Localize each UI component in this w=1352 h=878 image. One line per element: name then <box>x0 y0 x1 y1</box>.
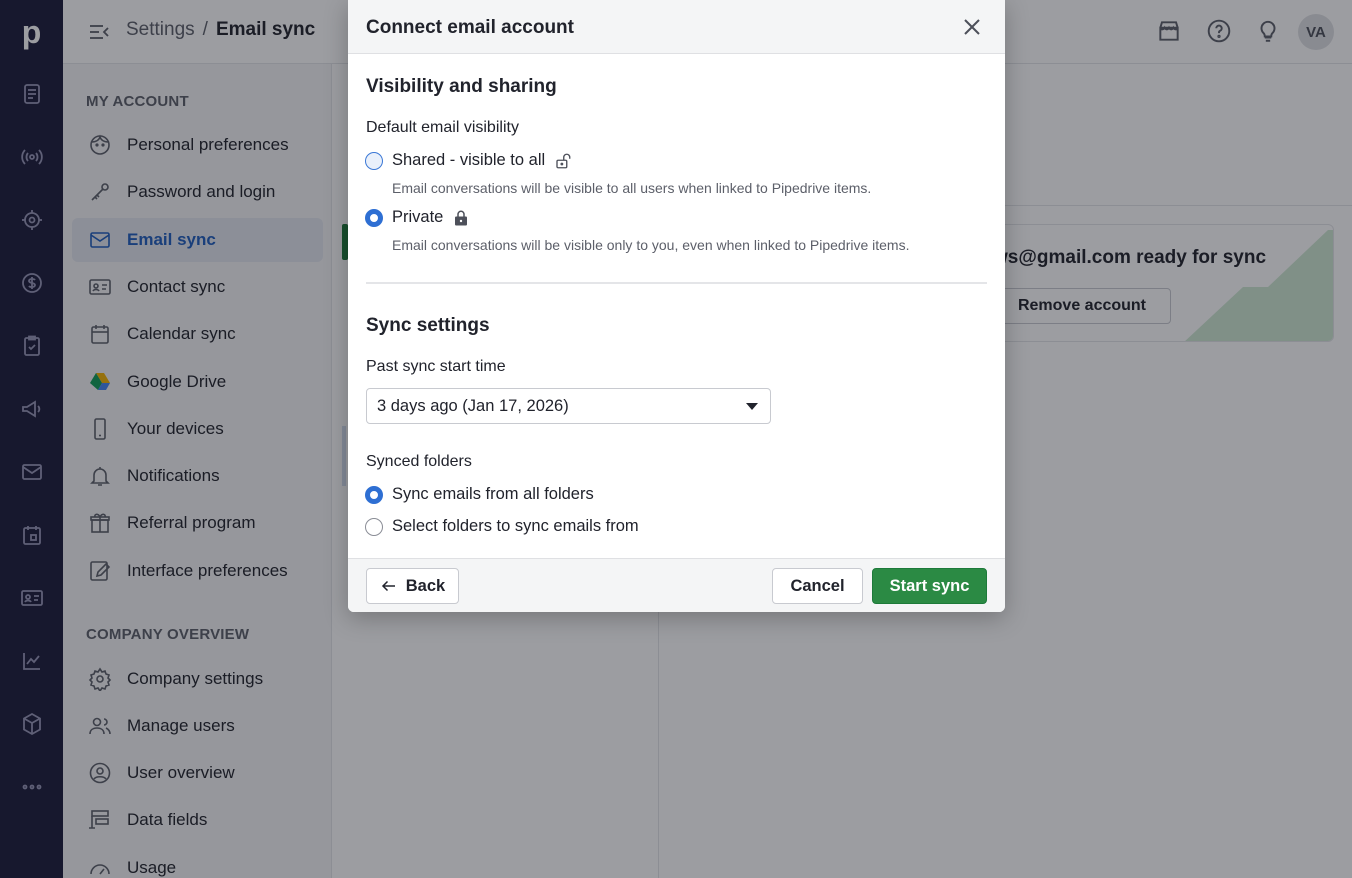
visibility-option-shared[interactable]: Shared - visible to all <box>365 151 572 170</box>
folders-option-all[interactable]: Sync emails from all folders <box>365 485 594 504</box>
private-label: Private <box>392 208 444 226</box>
shared-label: Shared - visible to all <box>392 151 546 169</box>
folders-all-label: Sync emails from all folders <box>392 485 594 503</box>
cancel-button[interactable]: Cancel <box>772 568 863 604</box>
default-visibility-label: Default email visibility <box>366 119 519 136</box>
past-sync-value: 3 days ago (Jan 17, 2026) <box>377 396 569 415</box>
sync-settings-heading: Sync settings <box>366 315 490 336</box>
folders-select-radio[interactable] <box>365 517 383 536</box>
unlocked-icon <box>556 153 571 168</box>
folders-option-select[interactable]: Select folders to sync emails from <box>365 517 639 536</box>
private-radio[interactable] <box>365 208 383 227</box>
modal-footer: Back Cancel Start sync <box>348 558 1005 612</box>
visibility-heading: Visibility and sharing <box>366 76 557 97</box>
private-description: Email conversations will be visible only… <box>392 237 910 253</box>
visibility-option-private[interactable]: Private <box>365 208 470 227</box>
lock-icon <box>455 210 468 225</box>
back-label: Back <box>405 576 446 595</box>
shared-description: Email conversations will be visible to a… <box>392 180 872 196</box>
synced-folders-label: Synced folders <box>366 453 472 470</box>
modal-title: Connect email account <box>366 17 574 38</box>
caret-down-icon <box>746 403 758 410</box>
past-sync-label: Past sync start time <box>366 358 506 375</box>
folders-all-radio[interactable] <box>365 485 383 504</box>
connect-email-modal: Connect email account Visibility and sha… <box>348 0 1005 612</box>
modal-body: Visibility and sharing Default email vis… <box>348 54 1005 558</box>
shared-radio[interactable] <box>365 151 383 170</box>
folders-select-label: Select folders to sync emails from <box>392 517 639 535</box>
arrow-left-icon <box>381 580 395 592</box>
back-button[interactable]: Back <box>366 568 459 604</box>
past-sync-select[interactable]: 3 days ago (Jan 17, 2026) <box>366 388 771 424</box>
start-sync-button[interactable]: Start sync <box>872 568 987 604</box>
close-icon[interactable] <box>960 15 984 39</box>
modal-header: Connect email account <box>348 0 1005 54</box>
section-divider <box>366 282 987 284</box>
